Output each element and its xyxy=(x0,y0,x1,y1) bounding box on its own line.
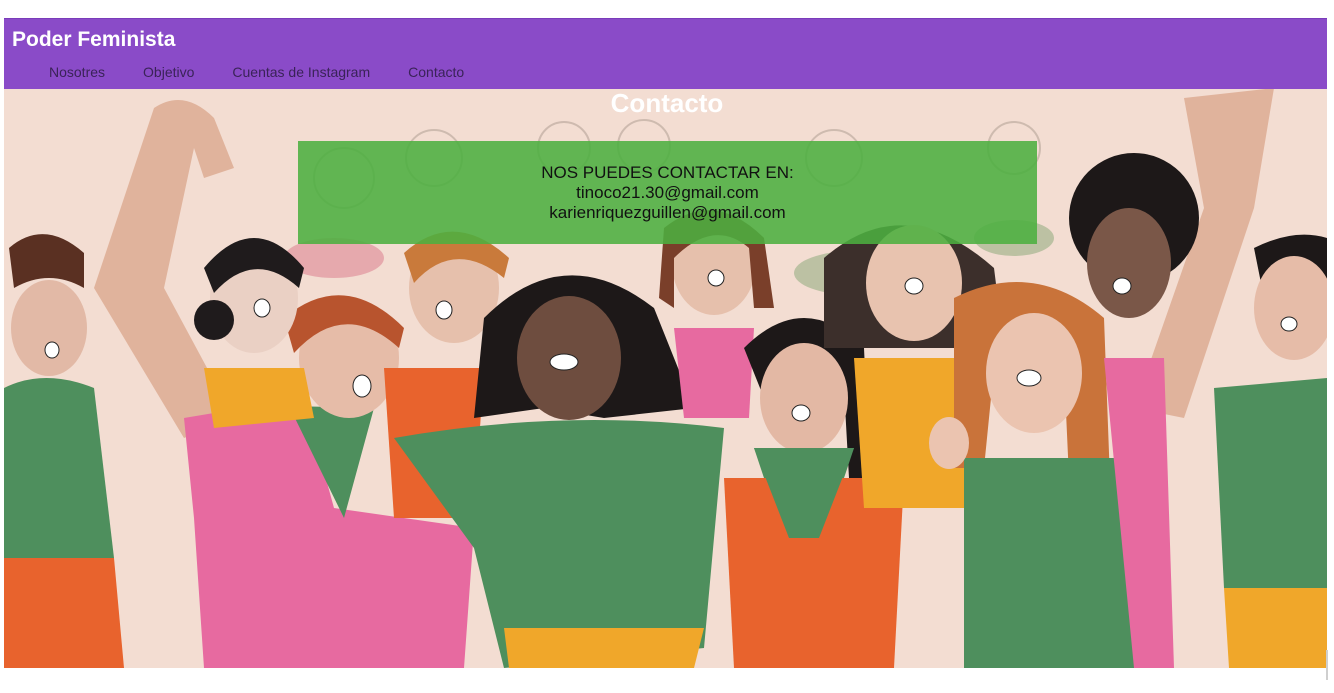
site-header: Poder Feminista Nosotres Objetivo Cuenta… xyxy=(4,18,1327,89)
page: Poder Feminista Nosotres Objetivo Cuenta… xyxy=(0,0,1334,693)
nav-link-contacto[interactable]: Contacto xyxy=(389,64,483,80)
contact-box: NOS PUEDES CONTACTAR EN: tinoco21.30@gma… xyxy=(298,141,1037,244)
main-nav: Nosotres Objetivo Cuentas de Instagram C… xyxy=(30,64,483,80)
scrollbar[interactable] xyxy=(1326,650,1328,680)
nav-link-objetivo[interactable]: Objetivo xyxy=(124,64,213,80)
nav-link-cuentas-de-instagram[interactable]: Cuentas de Instagram xyxy=(213,64,389,80)
nav-link-nosotres[interactable]: Nosotres xyxy=(30,64,124,80)
contact-email-1[interactable]: tinoco21.30@gmail.com xyxy=(298,183,1037,203)
section-title: Contacto xyxy=(610,88,724,118)
site-brand[interactable]: Poder Feminista xyxy=(12,28,175,52)
contact-email-2[interactable]: karienriquezguillen@gmail.com xyxy=(298,203,1037,223)
contact-heading: NOS PUEDES CONTACTAR EN: xyxy=(541,163,794,182)
